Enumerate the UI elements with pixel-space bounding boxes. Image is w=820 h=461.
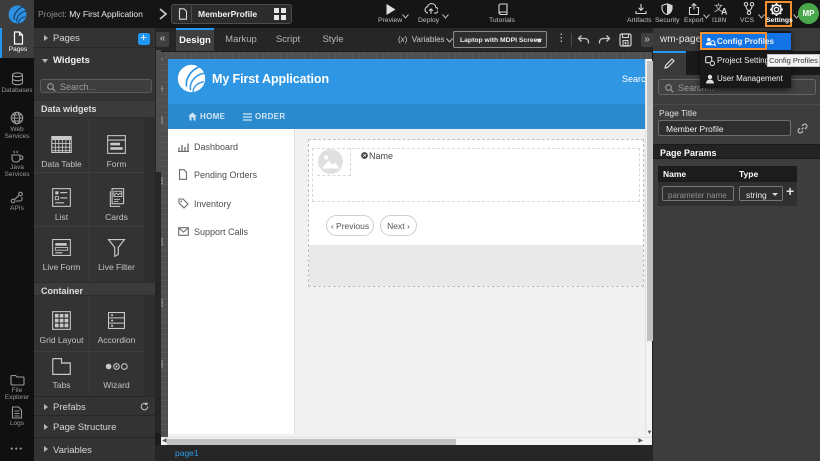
svg-text:A: A <box>721 7 728 16</box>
